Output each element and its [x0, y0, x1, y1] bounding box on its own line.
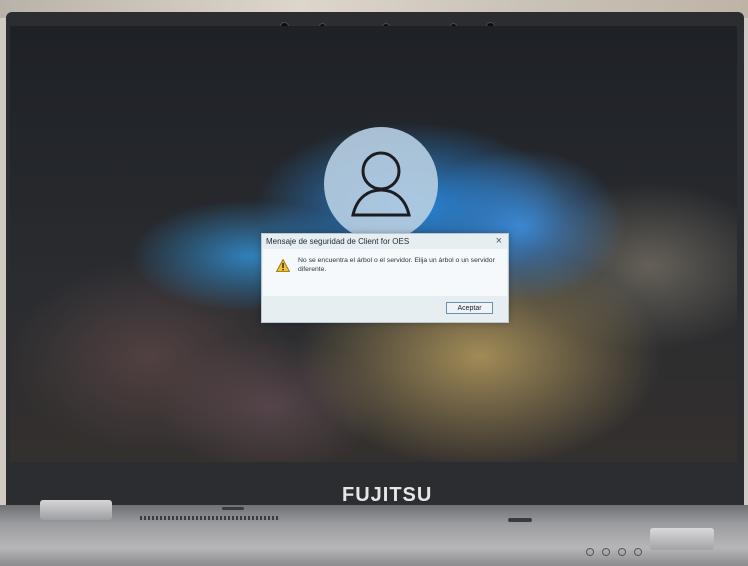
speaker-vent: [140, 516, 280, 520]
security-dialog: Mensaje de seguridad de Client for OES ×…: [261, 233, 509, 323]
status-light: [634, 548, 642, 556]
accept-button[interactable]: Aceptar: [446, 302, 493, 314]
error-message: No se encuentra el árbol o el servidor. …: [298, 257, 495, 273]
bezel-slot: [222, 507, 244, 510]
status-light: [618, 548, 626, 556]
hinge-right: [650, 528, 714, 550]
hinge-left: [40, 500, 112, 520]
dialog-title: Mensaje de seguridad de Client for OES: [266, 237, 410, 246]
laptop-chassis: [0, 505, 748, 566]
bezel-slot: [508, 518, 532, 522]
user-icon: [351, 151, 411, 217]
brand-logo: FUJITSU: [342, 484, 433, 506]
status-light: [586, 548, 594, 556]
close-icon[interactable]: ×: [496, 235, 502, 247]
status-light: [602, 548, 610, 556]
user-avatar: [324, 127, 438, 241]
login-screen: Mensaje de seguridad de Client for OES ×…: [10, 26, 737, 462]
warning-icon: [276, 259, 290, 272]
dialog-body: No se encuentra el árbol o el servidor. …: [263, 249, 507, 296]
